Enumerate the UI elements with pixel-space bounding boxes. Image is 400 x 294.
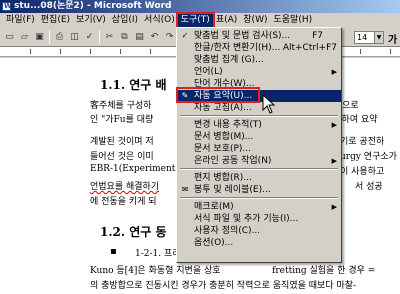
chevron-down-icon[interactable]: ▼ bbox=[374, 32, 383, 43]
menu-item-autosummarize[interactable]: ✎ 자동 요약(U)... bbox=[178, 90, 341, 102]
menu-item-protect-document[interactable]: 문서 보호(P)... bbox=[178, 143, 341, 155]
menu-item-merge-documents[interactable]: 문서 병합(M)... bbox=[178, 131, 341, 143]
title-bar: stu...08(논문2) - Microsoft Word bbox=[0, 0, 400, 13]
print-icon[interactable]: ⎙ bbox=[53, 30, 66, 43]
menu-table[interactable]: 표(A) bbox=[213, 14, 240, 27]
menu-item-hangul-hanja[interactable]: 한글/한자 변환기(H)... Alt+Ctrl+F7 bbox=[178, 42, 341, 54]
menu-item-online-collaboration[interactable]: 온라인 공동 작업(N) ▶ bbox=[178, 155, 341, 167]
menu-item-options[interactable]: 옵션(O)... bbox=[178, 237, 341, 249]
document-text-line: 이 사용하고 bbox=[340, 167, 385, 177]
menu-edit[interactable]: 편집(E) bbox=[38, 14, 73, 27]
document-text-line: 인 "가Fu를 대량 bbox=[90, 115, 154, 125]
document-text-line: 언법요를 해결하기 bbox=[90, 182, 160, 192]
toolbar-separator bbox=[99, 30, 100, 44]
spelling-icon[interactable]: ✓ bbox=[83, 30, 96, 43]
document-text-line: 계발된 것이며 저 bbox=[90, 137, 154, 147]
section-heading: 1.2. 연구 동 bbox=[100, 225, 167, 239]
menu-item-autocorrect[interactable]: 자동 고침(A)... bbox=[178, 102, 341, 114]
mouse-pointer-icon bbox=[262, 94, 276, 114]
new-document-icon[interactable]: ▭ bbox=[3, 30, 16, 43]
menu-item-track-changes[interactable]: 변경 내용 추적(T) ▶ bbox=[178, 119, 341, 131]
document-text-line: 의 충방합으로 진동시킨 경우가 충분히 작력으로 움직였을 때보다 마찰- bbox=[90, 281, 357, 291]
document-text-line: 서 성공 bbox=[355, 182, 383, 192]
cut-icon[interactable]: ✂ bbox=[103, 30, 116, 43]
menu-separator bbox=[180, 168, 338, 170]
toolbar-separator bbox=[49, 30, 50, 44]
paste-icon[interactable]: ▤ bbox=[133, 30, 146, 43]
envelope-icon: ✉ bbox=[181, 185, 189, 194]
subsection-heading: 1-2-1. 프리 bbox=[135, 249, 181, 259]
menu-item-spelling-stats[interactable]: 맞춤법 집계 (G)... bbox=[178, 54, 341, 66]
document-text-line: 들어선 것은 이미 bbox=[90, 152, 154, 162]
document-text-line: fretting 실험을 한 경우 = bbox=[272, 266, 376, 276]
autosummarize-icon: ✎ bbox=[181, 91, 189, 100]
spellcheck-icon: ✓ bbox=[181, 31, 189, 40]
menu-bar: 파일(F) 편집(E) 보기(V) 삽입(I) 서식(O) 도구(T) 표(A)… bbox=[0, 11, 400, 29]
submenu-arrow-icon: ▶ bbox=[331, 68, 337, 76]
menu-help[interactable]: 도움말(H) bbox=[270, 14, 315, 27]
document-text-line: EBR-1(Experiments bbox=[90, 164, 181, 174]
window-title: stu...08(논문2) - Microsoft Word bbox=[14, 1, 172, 11]
menu-item-spelling-grammar[interactable]: ✓ 맞춤법 및 문법 검사(S)... F7 bbox=[178, 30, 341, 42]
submenu-arrow-icon: ▶ bbox=[331, 121, 337, 129]
menu-file[interactable]: 파일(F) bbox=[3, 14, 38, 27]
print-preview-icon[interactable]: ◫ bbox=[68, 30, 81, 43]
menu-tools[interactable]: 도구(T) bbox=[175, 11, 215, 29]
menu-item-mail-merge[interactable]: 편지 병합(R)... bbox=[178, 172, 341, 184]
menu-item-language[interactable]: 언어(L) ▶ bbox=[178, 66, 341, 78]
submenu-arrow-icon: ▶ bbox=[331, 157, 337, 165]
submenu-arrow-icon: ▶ bbox=[331, 203, 337, 211]
redo-icon[interactable]: ↷ bbox=[163, 30, 176, 43]
menu-item-customize[interactable]: 사용자 정의(C)... bbox=[178, 225, 341, 237]
bullet-icon: ▪ bbox=[110, 246, 117, 257]
document-text-line: 客주체를 구성하 bbox=[90, 101, 152, 111]
menu-insert[interactable]: 삽입(I) bbox=[109, 14, 141, 27]
menu-separator bbox=[180, 197, 338, 199]
menu-window[interactable]: 창(W) bbox=[240, 14, 270, 27]
copy-icon[interactable]: ⧉ bbox=[118, 30, 131, 43]
menu-item-envelopes-labels[interactable]: ✉ 봉투 및 레이블(E)... bbox=[178, 184, 341, 196]
document-text-line: Kuno 등[4]은 화동형 지변을 상호 bbox=[90, 266, 221, 276]
open-folder-icon[interactable]: ▱ bbox=[18, 30, 31, 43]
word-app-icon bbox=[2, 0, 12, 13]
save-icon[interactable]: ▣ bbox=[33, 30, 46, 43]
menu-format[interactable]: 서식(O) bbox=[141, 14, 178, 27]
document-text-line: 에 전동을 키게 되 bbox=[90, 197, 157, 207]
menu-item-templates-addins[interactable]: 서식 파일 및 추가 기능(I)... bbox=[178, 213, 341, 225]
document-text-line: urgy 연구소가 bbox=[340, 152, 397, 162]
undo-icon[interactable]: ↶ bbox=[148, 30, 161, 43]
menu-item-word-count[interactable]: 단어 개수(W)... bbox=[178, 78, 341, 90]
font-size-combobox[interactable]: 14 ▼ bbox=[354, 31, 384, 44]
document-text-line: 기로 공전하 bbox=[340, 137, 385, 147]
menu-item-macro[interactable]: 매크로(M) ▶ bbox=[178, 201, 341, 213]
bold-button[interactable]: 가 bbox=[388, 31, 397, 46]
font-size-value: 14 bbox=[357, 33, 368, 42]
menu-view[interactable]: 보기(V) bbox=[73, 14, 109, 27]
menu-separator bbox=[180, 115, 338, 117]
section-heading: 1.1. 연구 배 bbox=[100, 78, 167, 92]
tools-menu: ✓ 맞춤법 및 문법 검사(S)... F7 한글/한자 변환기(H)... A… bbox=[176, 27, 342, 263]
